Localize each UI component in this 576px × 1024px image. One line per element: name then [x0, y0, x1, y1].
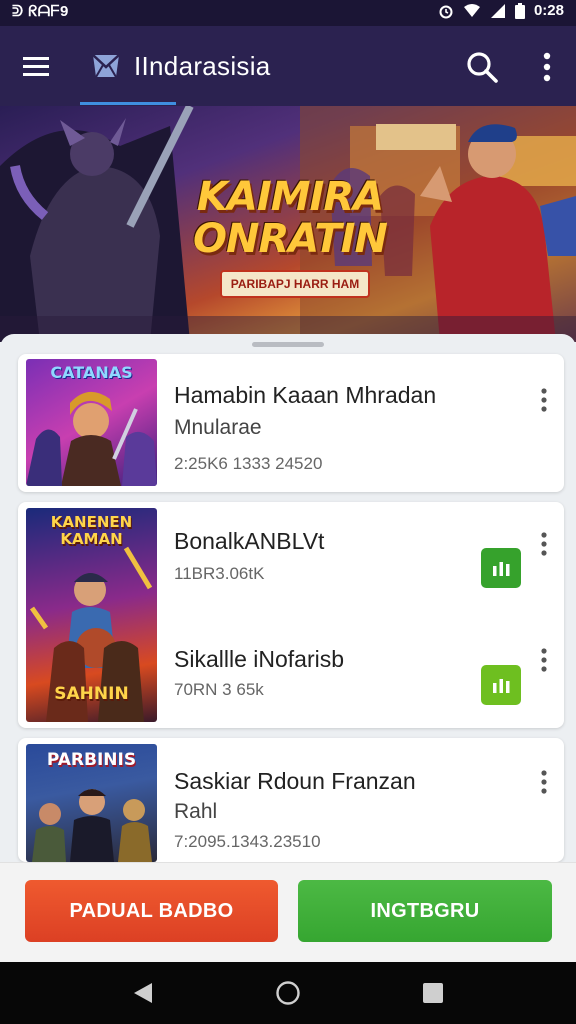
item-subtitle: Rahl: [174, 800, 218, 823]
item-subtitle: Mnularae: [174, 416, 262, 439]
back-icon[interactable]: [130, 980, 156, 1006]
status-icons: 0:28: [438, 2, 564, 19]
list-item[interactable]: PARBINIS Saskiar Rdoun Franzan Rahl 7:20…: [18, 738, 564, 862]
alarm-icon: [439, 5, 453, 18]
list-item[interactable]: KANENEN KAMAN SAHNIN BonalkANBLVt 11BR3.…: [18, 502, 564, 728]
more-vert-icon[interactable]: [534, 386, 554, 414]
chart-badge[interactable]: [481, 665, 521, 705]
item-title: Saskiar Rdoun Franzan: [174, 768, 416, 794]
app-logo-icon: [92, 54, 120, 78]
more-vert-icon[interactable]: [534, 768, 554, 796]
thumbnail-label: PARBINIS: [46, 750, 137, 770]
primary-right-button[interactable]: INGTBGRU: [298, 880, 552, 942]
battery-icon: [514, 2, 525, 19]
item-title-secondary: Sikallle iNofarisb: [174, 646, 345, 672]
app-bar: IIndarasisia: [0, 26, 576, 106]
hero-title: KAIMIRA ONRATIN: [190, 176, 390, 260]
hero-banner[interactable]: KAIMIRA ONRATIN PARIBAPJ HARR HAM: [0, 106, 576, 342]
item-meta: 11BR3.06tK: [174, 564, 265, 583]
chart-badge[interactable]: [481, 548, 521, 588]
hero-title-line1: KAIMIRA: [196, 174, 384, 220]
hero-subtitle: PARIBAPJ HARR HAM: [220, 270, 370, 298]
drag-handle[interactable]: [252, 342, 324, 347]
status-left-text: ᕲ ᖇᗩᖴ9: [12, 3, 69, 20]
recents-icon[interactable]: [420, 980, 446, 1006]
item-title: Hamabin Kaaan Mhradan: [174, 382, 437, 408]
item-title: BonalkANBLVt: [174, 528, 325, 554]
status-bar: ᕲ ᖇᗩᖴ9 0:28: [0, 0, 576, 26]
thumbnail-label: KANENEN KAMAN: [50, 513, 133, 548]
primary-left-button[interactable]: PADUAL BADBO: [25, 880, 278, 942]
more-vert-icon[interactable]: [532, 48, 562, 86]
item-thumbnail: CATANAS: [26, 359, 157, 486]
signal-icon: [490, 3, 505, 18]
hero-title-line2: ONRATIN: [192, 216, 388, 262]
app-title: IIndarasisia: [134, 51, 271, 81]
item-thumbnail: PARBINIS: [26, 744, 157, 862]
tab-indicator: [80, 102, 176, 105]
item-meta: 2:25K6 1333 24520: [174, 454, 323, 473]
status-time: 0:28: [533, 2, 564, 19]
more-vert-icon[interactable]: [534, 646, 554, 674]
bar-chart-icon: [493, 679, 510, 693]
thumbnail-label: CATANAS: [50, 363, 133, 382]
menu-icon[interactable]: [20, 50, 54, 84]
home-icon[interactable]: [275, 980, 301, 1006]
bar-chart-icon: [493, 562, 510, 576]
item-thumbnail: KANENEN KAMAN SAHNIN: [26, 508, 157, 722]
system-nav-bar: [0, 962, 576, 1024]
item-meta-secondary: 70RN 3 65k: [174, 680, 264, 699]
more-vert-icon[interactable]: [534, 530, 554, 558]
item-meta: 7:2095.1343.23510: [174, 832, 321, 851]
list-item[interactable]: CATANAS Hamabin Kaaan Mhradan Mnularae 2…: [18, 354, 564, 492]
thumbnail-bottom-label: SAHNIN: [54, 684, 129, 704]
wifi-icon: [463, 4, 480, 17]
search-icon[interactable]: [464, 49, 500, 85]
